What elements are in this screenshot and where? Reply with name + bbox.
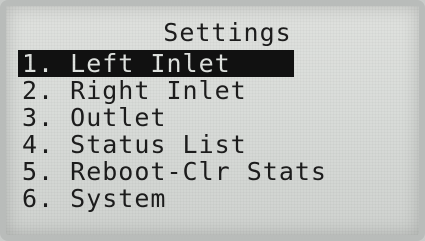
menu-item-status-list[interactable]: 4. Status List [18, 131, 419, 158]
menu-item-left-inlet[interactable]: 1. Left Inlet [18, 50, 294, 77]
screen-title: Settings [163, 18, 292, 47]
menu-item-reboot-clr-stats[interactable]: 5. Reboot-Clr Stats [18, 158, 419, 185]
menu-item-outlet[interactable]: 3. Outlet [18, 104, 419, 131]
settings-menu: 1. Left Inlet 2. Right Inlet 3. Outlet 4… [18, 50, 419, 212]
menu-item-right-inlet[interactable]: 2. Right Inlet [18, 77, 419, 104]
lcd-screen: Settings 1. Left Inlet 2. Right Inlet 3.… [0, 0, 425, 241]
menu-item-system[interactable]: 6. System [18, 185, 419, 212]
